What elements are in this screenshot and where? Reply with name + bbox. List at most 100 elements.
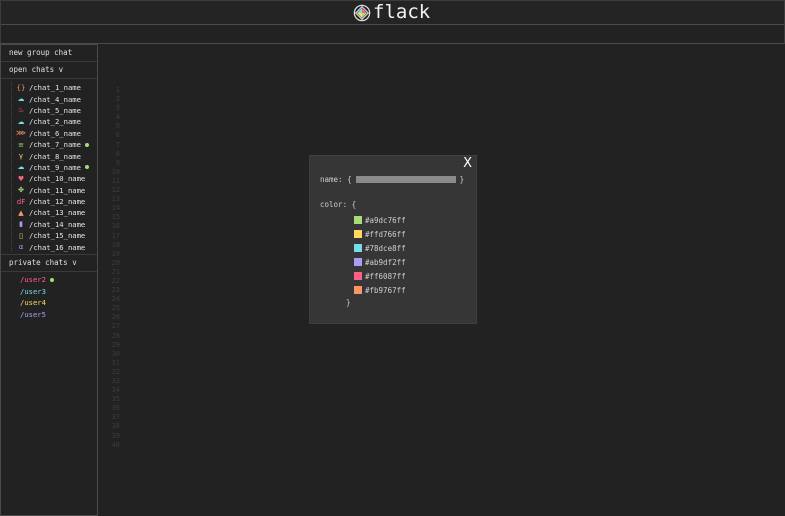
color-option[interactable]: #fb9767ff	[354, 283, 406, 297]
chat-icon: ⋙	[16, 129, 26, 138]
color-hex-label: #a9dc76ff	[365, 215, 406, 225]
chat-name: /chat_5_name	[29, 105, 81, 115]
line-number: 30	[111, 349, 120, 358]
private-chats-list: /user2/user3/user4/user5	[1, 272, 97, 320]
line-number: 9	[115, 158, 120, 167]
chat-icon: ≡	[18, 140, 24, 149]
line-number: 24	[111, 295, 120, 304]
chat-item[interactable]: ♥ /chat_10_name	[1, 173, 97, 184]
color-swatch	[354, 272, 362, 280]
chat-name: /chat_1_name	[29, 83, 81, 93]
chat-name: /chat_4_name	[29, 94, 81, 104]
line-number: 11	[111, 176, 120, 185]
close-button[interactable]: X	[463, 156, 472, 171]
online-indicator	[84, 165, 89, 170]
private-chats-toggle[interactable]: private chats v	[1, 253, 97, 272]
chat-icon: α	[18, 243, 24, 252]
color-swatch	[354, 230, 362, 238]
private-chat-name: /user3	[20, 286, 46, 296]
line-number: 17	[111, 231, 120, 240]
color-option[interactable]: #ffd766ff	[354, 227, 406, 241]
chat-name: /chat_8_name	[29, 151, 81, 161]
new-group-chat-button[interactable]: new group chat	[1, 45, 97, 62]
chat-item[interactable]: dF/chat_12_name	[1, 196, 97, 207]
chat-item[interactable]: ▮ /chat_14_name	[1, 219, 97, 230]
color-swatch	[354, 258, 362, 266]
private-chat-item[interactable]: /user2	[1, 274, 97, 286]
chat-icon: ▯	[19, 231, 23, 240]
line-number: 7	[115, 140, 120, 149]
line-number: 5	[115, 122, 120, 131]
chat-item[interactable]: ☁ /chat_4_name	[1, 93, 97, 104]
color-close-brace: }	[346, 298, 351, 307]
chat-name: /chat_16_name	[29, 242, 86, 252]
line-number: 25	[111, 304, 120, 313]
name-close-brace: }	[459, 175, 465, 184]
chat-name: /chat_14_name	[29, 219, 86, 229]
chat-item[interactable]: ♨ /chat_5_name	[1, 105, 97, 116]
private-chat-item[interactable]: /user5	[1, 308, 97, 320]
line-number: 38	[111, 422, 120, 431]
chat-item[interactable]: ☁ /chat_9_name	[1, 162, 97, 173]
line-number: 2	[115, 95, 120, 104]
color-options: #a9dc76ff #ffd766ff #78dce8ff #ab9df2ff #ff6…	[354, 213, 406, 297]
chat-item[interactable]: α/chat_16_name	[1, 241, 97, 252]
chat-item[interactable]: ▲ /chat_13_name	[1, 207, 97, 218]
chat-name: /chat_7_name	[29, 140, 81, 150]
chat-item[interactable]: γ/chat_8_name	[1, 150, 97, 161]
private-chat-name: /user2	[20, 275, 46, 285]
private-chat-item[interactable]: /user3	[1, 285, 97, 297]
name-input[interactable]	[355, 176, 456, 183]
line-number: 15	[111, 213, 120, 222]
line-number: 16	[111, 222, 120, 231]
chat-item[interactable]: ☁ /chat_2_name	[1, 116, 97, 127]
name-row: name: { }	[320, 175, 464, 184]
chat-item[interactable]: ≡ /chat_7_name	[1, 139, 97, 150]
chat-item[interactable]: ✤ /chat_11_name	[1, 185, 97, 196]
color-swatch	[354, 286, 362, 294]
color-option[interactable]: #a9dc76ff	[354, 213, 406, 227]
line-number: 20	[111, 258, 120, 267]
app-title: flack	[373, 1, 431, 23]
line-number: 6	[115, 131, 120, 140]
private-chat-name: /user4	[20, 298, 46, 308]
line-number: 27	[111, 322, 120, 331]
line-number: 10	[111, 167, 120, 176]
create-chat-modal: X name: { } color: { #a9dc76ff #ffd766ff #…	[309, 155, 477, 324]
line-number: 13	[111, 195, 120, 204]
chat-item[interactable]: ▯ /chat_15_name	[1, 230, 97, 241]
open-chats-list: {}/chat_1_name ☁ /chat_4_name ♨ /chat_5_name…	[1, 79, 97, 253]
line-number: 14	[111, 204, 120, 213]
color-option[interactable]: #ab9df2ff	[354, 255, 406, 269]
color-swatch	[354, 216, 362, 224]
chat-icon: ☁	[17, 117, 25, 126]
chat-name: /chat_6_name	[29, 128, 81, 138]
chat-icon: ▮	[19, 220, 23, 229]
chat-icon: ♨	[17, 106, 25, 115]
line-number: 37	[111, 413, 120, 422]
color-option[interactable]: #78dce8ff	[354, 241, 406, 255]
chat-icon: ✤	[18, 186, 24, 195]
app-logo: flack	[353, 2, 430, 23]
private-chat-item[interactable]: /user4	[1, 297, 97, 309]
line-number: 40	[111, 440, 120, 449]
chat-name: /chat_12_name	[29, 197, 86, 207]
color-hex-label: #78dce8ff	[365, 243, 406, 253]
color-option[interactable]: #ff6087ff	[354, 269, 406, 283]
line-number: 26	[111, 313, 120, 322]
line-number: 33	[111, 377, 120, 385]
private-chat-name: /user5	[20, 309, 46, 319]
sidebar: new group chat open chats v {}/chat_1_na…	[0, 44, 98, 516]
open-chats-toggle[interactable]: open chats v	[1, 62, 97, 79]
chat-icon: ♥	[17, 174, 25, 183]
chat-icon: ▲	[18, 208, 24, 217]
color-hex-label: #fb9767ff	[365, 285, 406, 295]
chat-name: /chat_10_name	[29, 174, 86, 184]
color-label: color: {	[320, 200, 357, 209]
line-number: 35	[111, 395, 120, 404]
chat-name: /chat_13_name	[29, 208, 86, 218]
line-number: 34	[111, 386, 120, 395]
chat-item[interactable]: {}/chat_1_name	[1, 82, 97, 93]
chat-item[interactable]: ⋙/chat_6_name	[1, 128, 97, 139]
line-number: 28	[111, 331, 120, 340]
